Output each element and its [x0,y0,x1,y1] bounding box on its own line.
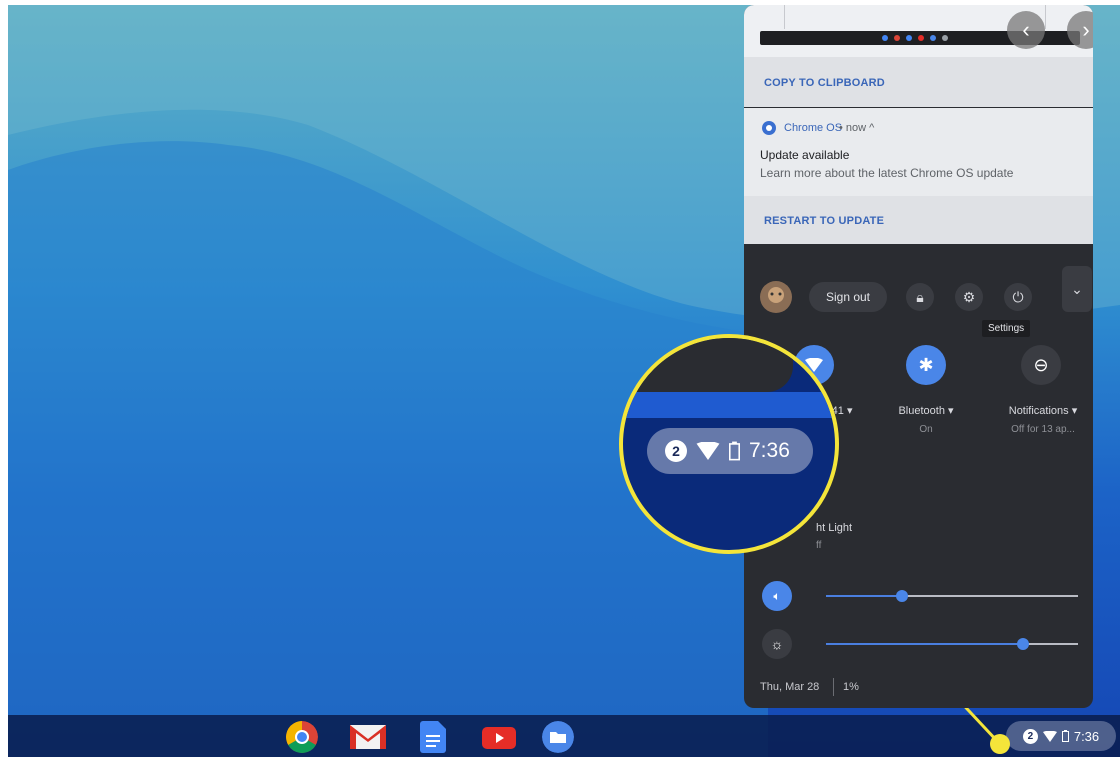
copy-row: COPY TO CLIPBOARD [744,57,1093,107]
notification-body: Learn more about the latest Chrome OS up… [760,166,1014,180]
bluetooth-icon[interactable]: ✱ [906,345,946,385]
callout-dot [990,734,1010,754]
zoom-battery-icon [729,441,740,461]
zoom-time: 7:36 [749,439,790,462]
copy-to-clipboard-button[interactable]: COPY TO CLIPBOARD [764,77,885,89]
avatar[interactable] [760,281,792,313]
zoom-status-tray: 2 7:36 [647,428,813,474]
notifications-status: Off for 13 ap... [1011,424,1075,435]
gear-icon[interactable]: ⚙ [955,283,983,311]
previous-icon[interactable]: ‹ [1007,11,1045,49]
zoom-notification-badge: 2 [665,440,687,462]
restart-to-update-button[interactable]: RESTART TO UPDATE [764,215,884,227]
night-light-label: ht Light [816,522,853,534]
battery-label: 1% [843,681,859,693]
sign-out-button[interactable]: Sign out [809,282,887,312]
notification-time: • now ^ [839,122,875,134]
bluetooth-label: Bluetooth ▾ [898,405,954,417]
notification-source: Chrome OS [784,122,843,134]
volume-knob[interactable] [895,590,908,602]
notifications-label: Notifications ▾ [1008,405,1078,417]
zoom-blue-band [623,392,835,418]
volume-icon[interactable]: 🔈︎ [762,581,792,611]
volume-fill [826,595,902,597]
update-notification[interactable]: Chrome OS • now ^ Update available Learn… [744,108,1093,196]
bluetooth-status: On [919,424,933,435]
do-not-disturb-icon[interactable]: ⊖ [1021,345,1061,385]
zoom-callout: 2 7:36 [619,334,839,554]
collapse-chevron-icon[interactable]: ⌄ [1062,266,1092,312]
brightness-knob[interactable] [1016,638,1029,650]
chrome-os-icon [762,121,776,135]
restart-row: RESTART TO UPDATE [744,196,1093,244]
brightness-fill [826,643,1023,645]
screenshot-preview: ‹ › [744,5,1093,57]
night-light-status: ff [816,540,822,551]
settings-tooltip: Settings [982,320,1031,337]
power-icon[interactable]: ⏻ [1004,283,1032,311]
lock-icon[interactable]: 🔒︎ [906,283,934,311]
notification-title: Update available [760,148,850,162]
zoom-panel-edge [623,338,793,392]
zoom-wifi-icon [696,442,720,460]
date-label[interactable]: Thu, Mar 28 [760,681,819,693]
brightness-icon[interactable]: ☼ [762,629,792,659]
divider [833,678,834,696]
